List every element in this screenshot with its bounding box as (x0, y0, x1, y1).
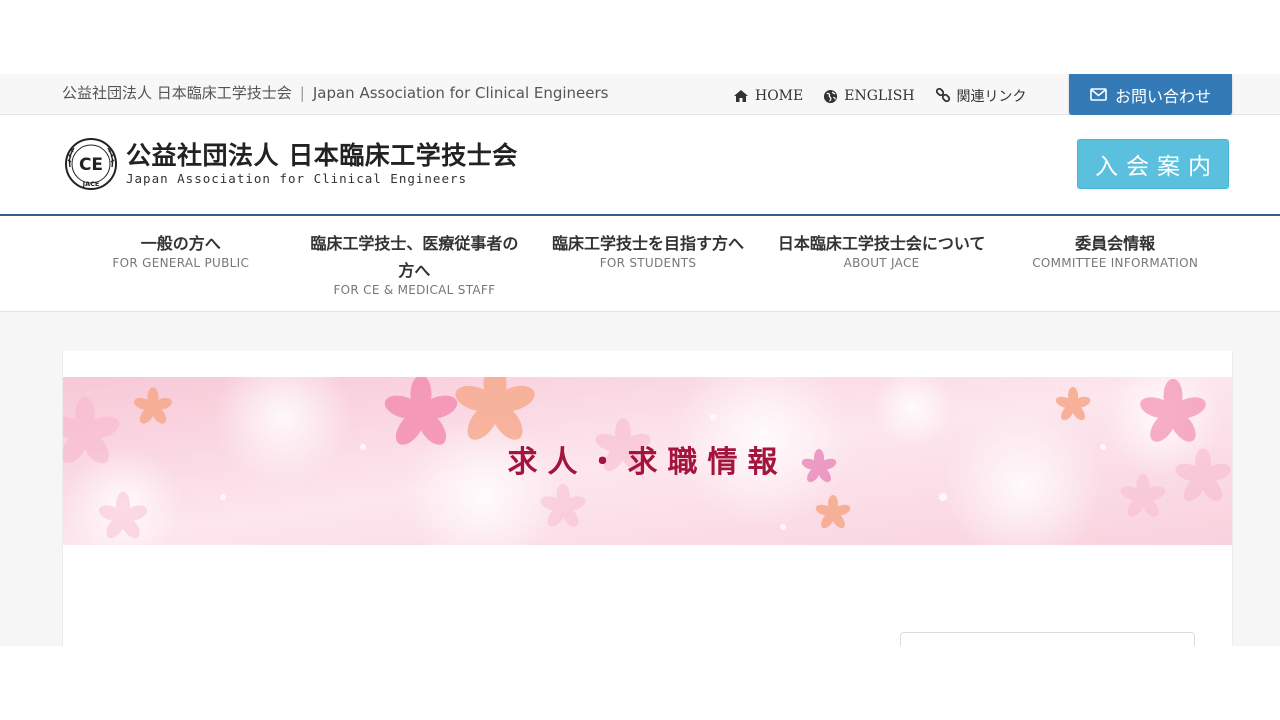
top-bar: 公益社団法人 日本臨床工学技士会 | Japan Association for C… (0, 74, 1280, 115)
main-nav-items: 一般の方へ FOR GENERAL PUBLIC 臨床工学技士、医療従事者の方へ… (64, 216, 1232, 311)
topbar-org-name: 公益社団法人 日本臨床工学技士会 | Japan Association for C… (62, 82, 609, 103)
nav-item-ce-medical-staff[interactable]: 臨床工学技士、医療従事者の方へ FOR CE & MEDICAL STAFF (298, 216, 532, 311)
home-link-label: HOME (755, 88, 804, 104)
related-links-link[interactable]: 関連リンク (935, 86, 1027, 106)
envelope-icon (1090, 88, 1107, 101)
page: 公益社団法人 日本臨床工学技士会 | Japan Association for C… (0, 74, 1280, 646)
sidebar-box (900, 632, 1195, 646)
jace-logo-icon: CE JACE (65, 138, 117, 190)
topbar-separator: | (299, 84, 305, 102)
main-nav: 一般の方へ FOR GENERAL PUBLIC 臨床工学技士、医療従事者の方へ… (0, 216, 1280, 312)
logo-mark-sub: JACE (82, 180, 100, 188)
nav-item-label-jp: 委員会情報 (1075, 234, 1156, 253)
nav-item-label-jp: 臨床工学技士を目指す方へ (551, 234, 744, 253)
nav-item-label-en: FOR GENERAL PUBLIC (112, 256, 250, 270)
top-links: HOME ENGLISH 関連リンク (733, 86, 1027, 106)
nav-item-label-jp: 日本臨床工学技士会について (777, 234, 986, 253)
logo-text-jp: 公益社団法人 日本臨床工学技士会 (126, 141, 518, 170)
site-header: CE JACE 公益社団法人 日本臨床工学技士会 Japan Associati… (0, 115, 1280, 216)
home-icon (734, 90, 748, 102)
nav-item-label-en: FOR CE & MEDICAL STAFF (333, 283, 496, 297)
nav-item-general-public[interactable]: 一般の方へ FOR GENERAL PUBLIC (64, 216, 298, 311)
logo-text-en: Japan Association for Clinical Engineers (126, 171, 468, 186)
topbar-org-en: Japan Association for Clinical Engineers (312, 84, 609, 102)
nav-item-committee[interactable]: 委員会情報 COMMITTEE INFORMATION (998, 216, 1232, 311)
home-link[interactable]: HOME (733, 86, 803, 106)
nav-item-label-en: COMMITTEE INFORMATION (1032, 256, 1199, 270)
contact-button-label: お問い合わせ (1114, 86, 1211, 106)
english-link[interactable]: ENGLISH (823, 86, 915, 106)
membership-button[interactable]: 入会案内 (1077, 139, 1229, 189)
topbar-org-jp: 公益社団法人 日本臨床工学技士会 (62, 84, 292, 102)
nav-item-label-en: FOR STUDENTS (599, 256, 697, 270)
logo-text: 公益社団法人 日本臨床工学技士会 Japan Association for C… (126, 141, 518, 187)
page-banner: 求人・求職情報 (63, 377, 1232, 545)
related-links-label: 関連リンク (956, 89, 1027, 105)
nav-item-label-jp: 一般の方へ (140, 234, 221, 253)
nav-item-students[interactable]: 臨床工学技士を目指す方へ FOR STUDENTS (531, 216, 765, 311)
nav-item-label-jp: 臨床工学技士、医療従事者の方へ (310, 234, 519, 280)
english-link-label: ENGLISH (844, 88, 915, 104)
main-content: 求人・求職情報 (62, 351, 1233, 646)
site-logo[interactable]: CE JACE 公益社団法人 日本臨床工学技士会 Japan Associati… (64, 137, 518, 191)
page-title: 求人・求職情報 (507, 445, 788, 480)
contact-button[interactable]: お問い合わせ (1069, 74, 1232, 115)
nav-item-about-jace[interactable]: 日本臨床工学技士会について ABOUT JACE (765, 216, 999, 311)
globe-icon (824, 89, 838, 103)
logo-mark-text: CE (79, 155, 103, 175)
link-icon (935, 88, 950, 103)
nav-item-label-en: ABOUT JACE (843, 256, 920, 270)
